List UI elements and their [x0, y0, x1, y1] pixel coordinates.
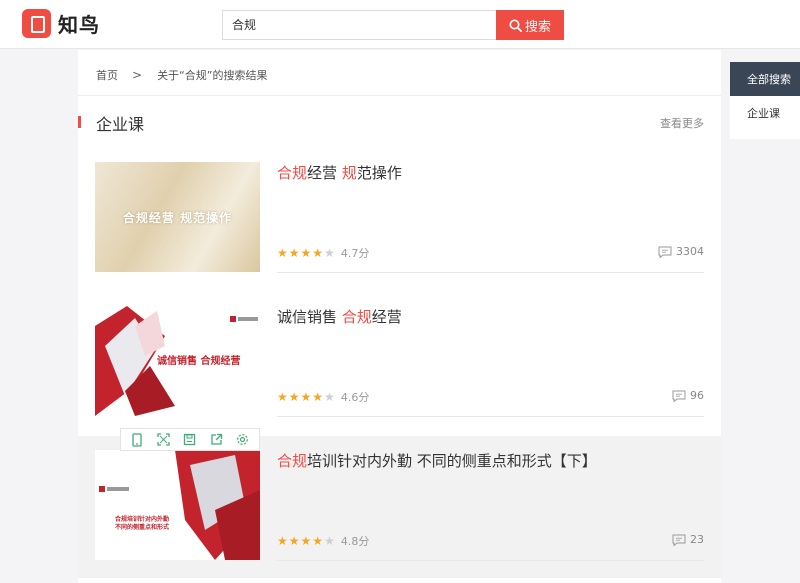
see-more-link[interactable]: 查看更多: [660, 115, 704, 131]
star-icon: ★: [277, 246, 288, 260]
title-text: 诚信销售: [277, 308, 342, 326]
fullscreen-icon[interactable]: [156, 432, 172, 448]
rating-score: 4.7分: [340, 247, 370, 260]
search-button[interactable]: 搜索: [496, 10, 564, 40]
title-text: 范操作: [356, 164, 402, 182]
divider: [277, 560, 704, 561]
course-card[interactable]: 诚信销售 合规经营 诚信销售 合规经营 ★ ★ ★ ★ ★ 4.6分 96: [78, 292, 721, 434]
thumbnail-caption: 诚信销售 合规经营: [157, 356, 241, 367]
course-thumbnail[interactable]: 合规经营 规范操作: [95, 162, 260, 272]
star-empty-icon: ★: [324, 246, 335, 260]
result-filter-sidebar: 全部搜索 企业课: [730, 62, 800, 139]
comment-count: 96: [672, 389, 704, 402]
course-rating: ★ ★ ★ ★ ★ 4.7分: [277, 245, 369, 261]
breadcrumb-current: 关于“合规”的搜索结果: [157, 69, 268, 82]
star-icon: ★: [312, 534, 324, 548]
star-empty-icon: ★: [324, 534, 335, 548]
breadcrumb-chevron-icon: >: [132, 68, 143, 82]
rating-score: 4.6分: [340, 391, 370, 404]
course-card[interactable]: 合规经营 规范操作 合规经营 规范操作 ★ ★ ★ ★ ★ 4.7分 3304: [78, 148, 721, 290]
star-icon: ★: [300, 390, 312, 404]
title-text: 培训针对内外勤 不同的侧重点和形式【下】: [307, 452, 597, 470]
star-icon: ★: [300, 534, 312, 548]
title-text: 经营: [307, 164, 342, 182]
search-icon: [509, 19, 522, 32]
course-title[interactable]: 合规培训针对内外勤 不同的侧重点和形式【下】: [277, 450, 597, 471]
comment-count-value: 23: [690, 533, 704, 546]
course-rating: ★ ★ ★ ★ ★ 4.8分: [277, 533, 369, 549]
share-icon[interactable]: [208, 432, 224, 448]
divider: [78, 95, 721, 96]
course-rating: ★ ★ ★ ★ ★ 4.6分: [277, 389, 369, 405]
mobile-icon[interactable]: [129, 432, 145, 448]
thumbnail-caption: 合规培训针对内外勤 不同的侧重点和形式: [115, 516, 170, 531]
title-text: 经营: [371, 308, 402, 326]
course-title[interactable]: 合规经营 规范操作: [277, 162, 402, 183]
comment-count-value: 96: [690, 389, 704, 402]
star-icon: ★: [277, 390, 288, 404]
comment-icon: [672, 390, 686, 402]
star-rating: ★ ★ ★ ★ ★: [277, 535, 336, 547]
star-icon: ★: [288, 390, 300, 404]
star-rating: ★ ★ ★ ★ ★: [277, 391, 336, 403]
top-header: 知鸟 合规 搜索: [0, 0, 800, 49]
sidebar-item-enterprise-course[interactable]: 企业课: [730, 96, 800, 130]
course-thumbnail[interactable]: 诚信销售 合规经营: [95, 306, 260, 416]
rating-score: 4.8分: [340, 535, 370, 548]
star-icon: ★: [312, 390, 324, 404]
title-highlight: 合规: [277, 164, 308, 182]
section-marker: [78, 116, 81, 128]
save-icon[interactable]: [182, 432, 198, 448]
thumbnail-caption: 合规经营 规范操作: [122, 210, 233, 225]
sidebar-item-all[interactable]: 全部搜索: [730, 62, 800, 96]
logo-book-icon: [22, 9, 51, 38]
star-rating: ★ ★ ★ ★ ★: [277, 247, 336, 259]
course-title[interactable]: 诚信销售 合规经营: [277, 306, 402, 327]
logo-text: 知鸟: [58, 13, 100, 37]
comment-icon: [672, 534, 686, 546]
site-logo[interactable]: 知鸟: [22, 9, 100, 38]
star-icon: ★: [277, 534, 288, 548]
breadcrumb-home[interactable]: 首页: [96, 67, 118, 83]
star-icon: ★: [288, 534, 300, 548]
sidebar-item-label: 企业课: [747, 107, 780, 120]
comment-count-value: 3304: [676, 245, 704, 258]
search-input[interactable]: 合规: [222, 10, 497, 40]
hover-toolbar: [120, 428, 260, 451]
comment-count: 3304: [658, 245, 704, 258]
title-highlight: 合规: [277, 452, 308, 470]
breadcrumb: 首页 > 关于“合规”的搜索结果: [96, 67, 267, 83]
thumbnail-art: [95, 450, 260, 560]
divider: [277, 416, 704, 417]
comment-count: 23: [672, 533, 704, 546]
search-button-label: 搜索: [524, 19, 551, 35]
star-icon: ★: [312, 246, 324, 260]
course-thumbnail[interactable]: 合规培训针对内外勤 不同的侧重点和形式: [95, 450, 260, 560]
star-icon: ★: [288, 246, 300, 260]
course-card[interactable]: 合规培训针对内外勤 不同的侧重点和形式 合规培训针对内外勤 不同的侧重点和形式【…: [78, 436, 721, 578]
divider: [277, 272, 704, 273]
sidebar-item-label: 全部搜索: [747, 73, 791, 86]
title-highlight: 合规: [341, 308, 372, 326]
comment-icon: [658, 246, 672, 258]
settings-icon[interactable]: [235, 432, 251, 448]
section-title: 企业课: [96, 115, 145, 134]
star-icon: ★: [300, 246, 312, 260]
star-empty-icon: ★: [324, 390, 335, 404]
title-highlight: 规: [341, 164, 357, 182]
